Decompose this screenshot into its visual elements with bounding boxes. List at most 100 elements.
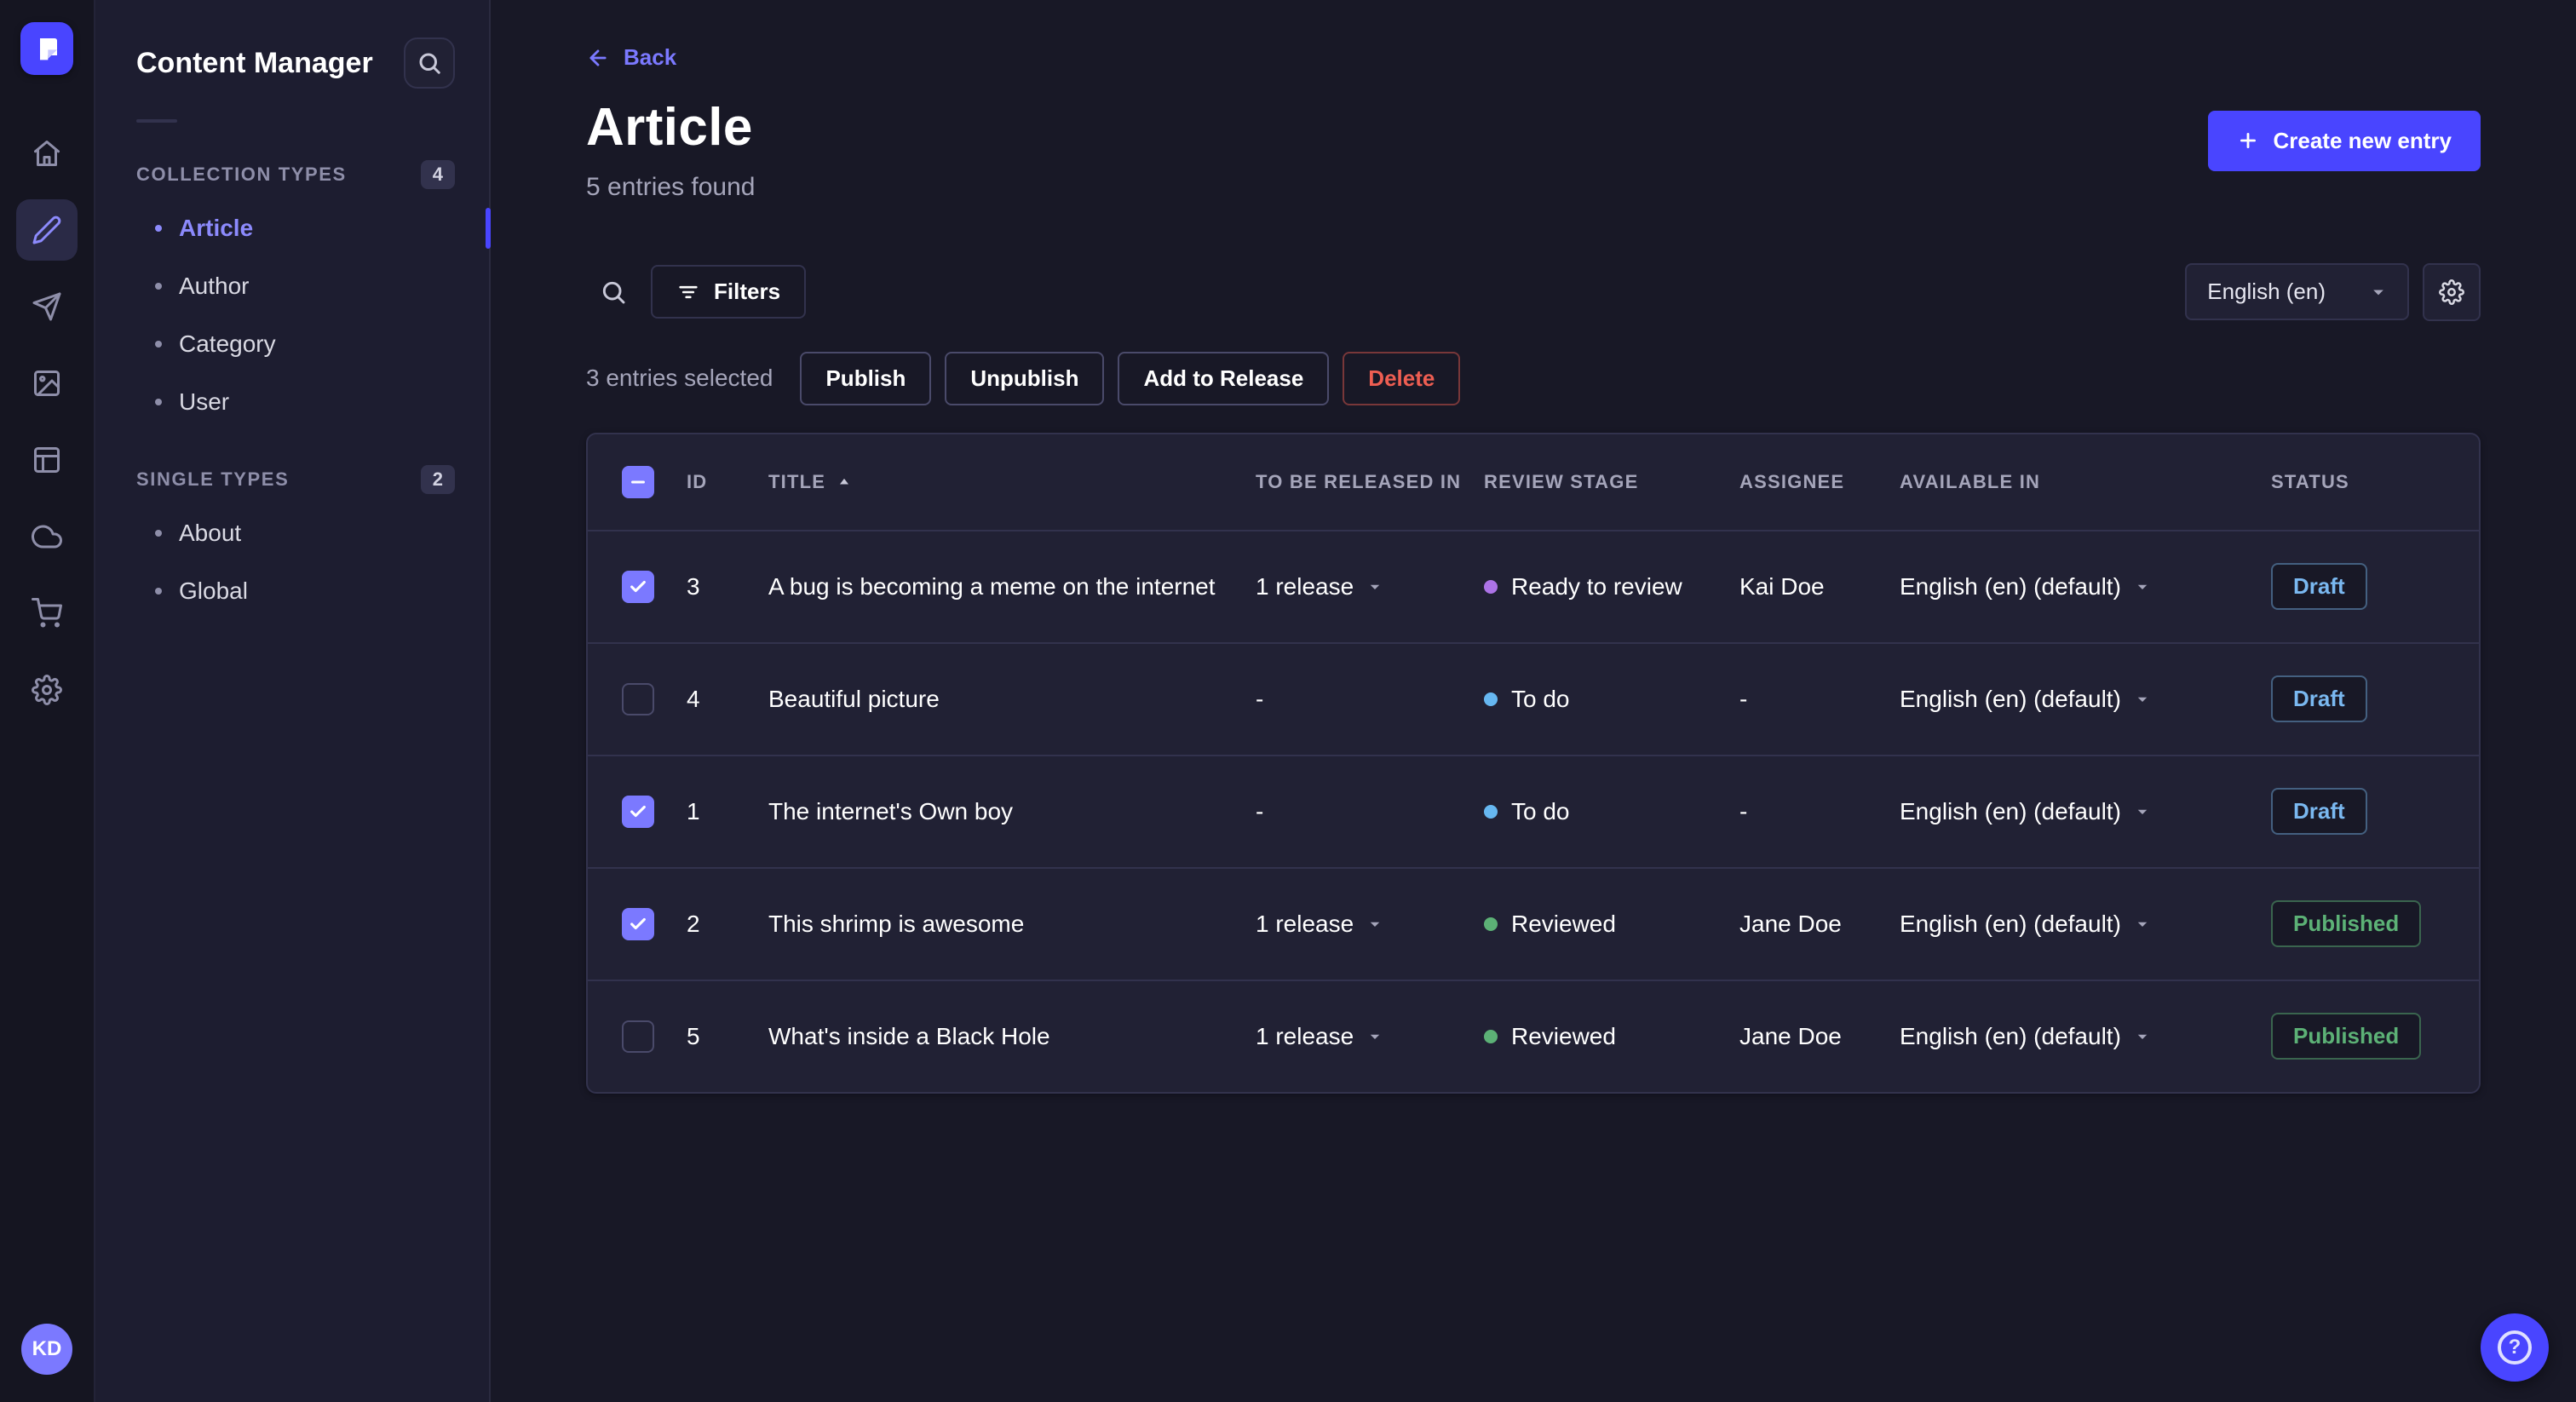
- chevron-down-icon[interactable]: [1367, 579, 1383, 595]
- cell-available-in[interactable]: English (en) (default): [1900, 911, 2271, 938]
- review-stage-dot: [1484, 692, 1498, 706]
- search-content-types-button[interactable]: [404, 37, 455, 89]
- cell-available-in[interactable]: English (en) (default): [1900, 573, 2271, 600]
- cell-title: What's inside a Black Hole: [768, 1022, 1050, 1049]
- publish-button[interactable]: Publish: [800, 351, 932, 405]
- media-library-icon[interactable]: [16, 353, 78, 414]
- cell-release: 1 release: [1256, 1023, 1484, 1050]
- sidebar-item-label: Article: [179, 215, 254, 241]
- status-badge: Draft: [2271, 788, 2367, 835]
- bullet-icon: [155, 283, 162, 290]
- indeterminate-icon: [631, 480, 645, 484]
- deploy-icon[interactable]: [16, 506, 78, 567]
- content-type-builder-icon[interactable]: [16, 429, 78, 491]
- page-title-block: Article 5 entries found: [586, 97, 755, 202]
- bullet-icon: [155, 588, 162, 595]
- table-row[interactable]: 2 This shrimp is awesome 1 release Revie…: [588, 866, 2479, 980]
- bullet-icon: [155, 399, 162, 405]
- help-button[interactable]: ?: [2481, 1313, 2549, 1382]
- back-link[interactable]: Back: [586, 44, 676, 71]
- column-header-review-stage: REVIEW STAGE: [1484, 470, 1639, 492]
- chevron-down-icon[interactable]: [1367, 1029, 1383, 1044]
- list-settings-button[interactable]: [2423, 262, 2481, 321]
- sidebar-item-label: Category: [179, 330, 276, 357]
- status-badge: Published: [2271, 900, 2422, 947]
- selection-count: 3 entries selected: [586, 365, 773, 391]
- sidebar-item-global[interactable]: Global: [95, 562, 489, 620]
- row-checkbox[interactable]: [622, 1020, 654, 1053]
- arrow-left-icon: [589, 49, 607, 66]
- column-header-status: STATUS: [2271, 470, 2349, 492]
- sidebar-item-label: User: [179, 388, 230, 415]
- cell-assignee: -: [1739, 685, 1748, 712]
- cell-assignee: Jane Doe: [1739, 1022, 1842, 1049]
- check-icon: [630, 580, 646, 592]
- cell-title: A bug is becoming a meme on the internet: [768, 572, 1216, 600]
- table-row[interactable]: 3 A bug is becoming a meme on the intern…: [588, 529, 2479, 642]
- sidebar-item-user[interactable]: User: [95, 373, 489, 431]
- cell-available-in[interactable]: English (en) (default): [1900, 686, 2271, 713]
- chevron-down-icon: [2137, 584, 2148, 589]
- chevron-down-icon[interactable]: [1367, 916, 1383, 932]
- cell-release: -: [1256, 685, 1264, 712]
- section-label: COLLECTION TYPES: [136, 164, 347, 185]
- column-header-id: ID: [687, 470, 708, 492]
- avatar[interactable]: KD: [21, 1324, 72, 1375]
- cell-title: The internet's Own boy: [768, 797, 1014, 825]
- status-badge: Draft: [2271, 563, 2367, 610]
- section-count-badge: 4: [420, 160, 455, 189]
- cell-id: 1: [687, 797, 700, 825]
- row-checkbox[interactable]: [622, 907, 654, 940]
- check-icon: [630, 917, 646, 929]
- column-header-title[interactable]: TITLE: [768, 471, 1256, 493]
- table-row[interactable]: 4 Beautiful picture - To do - English (e…: [588, 641, 2479, 755]
- chevron-down-icon: [2137, 697, 2148, 702]
- cell-title: This shrimp is awesome: [768, 910, 1025, 937]
- cell-assignee: Jane Doe: [1739, 910, 1842, 937]
- sort-ascending-icon[interactable]: [836, 474, 853, 491]
- collection-types-section: COLLECTION TYPES 4 Article Author Catego…: [95, 153, 489, 431]
- entries-count: 5 entries found: [586, 172, 756, 201]
- cell-release: 1 release: [1256, 573, 1484, 600]
- table-row[interactable]: 1 The internet's Own boy - To do - Engli…: [588, 754, 2479, 867]
- sidebar-item-label: Author: [179, 273, 250, 299]
- sidebar-item-author[interactable]: Author: [95, 257, 489, 315]
- add-to-release-button[interactable]: Add to Release: [1118, 351, 1330, 405]
- sidebar-item-category[interactable]: Category: [95, 315, 489, 373]
- locale-select[interactable]: English (en): [2185, 263, 2409, 320]
- row-checkbox[interactable]: [622, 795, 654, 828]
- cell-available-in[interactable]: English (en) (default): [1900, 1023, 2271, 1050]
- home-icon[interactable]: [16, 123, 78, 184]
- gear-icon: [2439, 279, 2464, 305]
- settings-icon[interactable]: [16, 659, 78, 721]
- content-manager-icon[interactable]: [16, 199, 78, 261]
- table-row[interactable]: 5 What's inside a Black Hole 1 release R…: [588, 979, 2479, 1092]
- cell-available-in[interactable]: English (en) (default): [1900, 798, 2271, 825]
- filter-icon: [679, 285, 698, 298]
- unpublish-button[interactable]: Unpublish: [945, 351, 1105, 405]
- review-stage-dot: [1484, 916, 1498, 931]
- entries-table: ID TITLE TO BE RELEASED IN REVIEW STAGE …: [586, 432, 2481, 1094]
- row-checkbox[interactable]: [622, 570, 654, 603]
- delete-button[interactable]: Delete: [1343, 351, 1461, 405]
- sidebar-item-about[interactable]: About: [95, 504, 489, 562]
- sidebar-item-article[interactable]: Article: [95, 199, 489, 257]
- chevron-down-icon: [2137, 922, 2148, 927]
- create-new-entry-button[interactable]: Create new entry: [2208, 110, 2481, 171]
- rail-items: [16, 123, 78, 721]
- table-header-row: ID TITLE TO BE RELEASED IN REVIEW STAGE …: [588, 434, 2479, 530]
- filters-button[interactable]: Filters: [651, 265, 807, 319]
- search-entries-button[interactable]: [586, 265, 641, 319]
- cell-review-stage: Reviewed: [1484, 1023, 1739, 1050]
- marketplace-icon[interactable]: [16, 583, 78, 644]
- toolbar-right: English (en): [2185, 262, 2481, 321]
- row-checkbox[interactable]: [622, 682, 654, 715]
- select-all-checkbox[interactable]: [622, 465, 654, 498]
- releases-icon[interactable]: [16, 276, 78, 337]
- strapi-logo[interactable]: [20, 22, 73, 75]
- chevron-down-icon: [2137, 1034, 2148, 1039]
- review-stage-dot: [1484, 804, 1498, 819]
- sidebar-item-label: About: [179, 520, 242, 546]
- section-label: SINGLE TYPES: [136, 468, 290, 490]
- main-nav-rail: KD: [0, 0, 95, 1402]
